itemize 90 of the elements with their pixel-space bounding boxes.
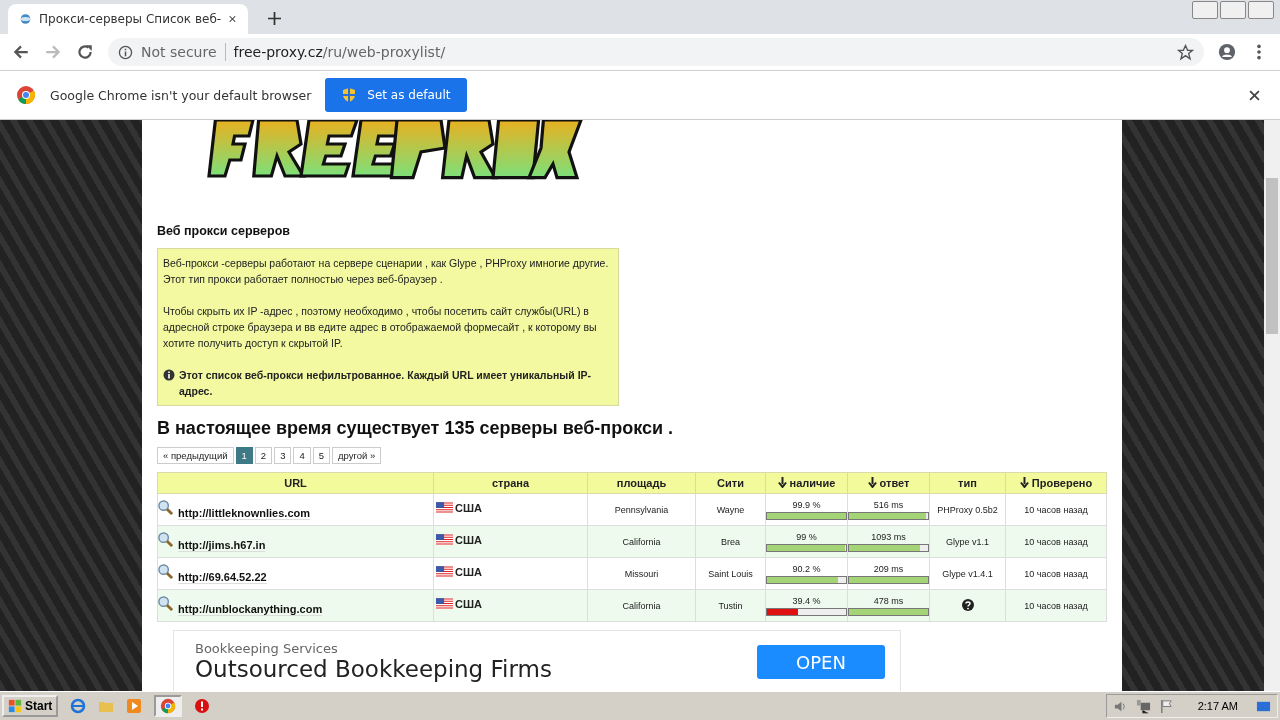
availability-text: 99 % bbox=[795, 531, 818, 543]
flag-icon bbox=[436, 533, 453, 545]
proxy-url-link[interactable]: http://jims.h67.in bbox=[178, 539, 266, 552]
back-icon[interactable] bbox=[12, 43, 30, 61]
type-text: PHProxy 0.5b2 bbox=[937, 504, 998, 515]
info-icon bbox=[118, 44, 133, 60]
response-text: 209 ms bbox=[872, 563, 905, 575]
window-controls[interactable] bbox=[1192, 1, 1274, 19]
magnifier-icon[interactable] bbox=[158, 596, 173, 611]
region-text: California bbox=[622, 600, 661, 611]
set-default-button[interactable]: Set as default bbox=[325, 78, 467, 112]
url-text: free-proxy.cz/ru/web-proxylist/ bbox=[233, 44, 447, 60]
magnifier-icon[interactable] bbox=[158, 532, 173, 547]
infobar-message: Google Chrome isn't your default browser bbox=[50, 87, 312, 103]
security-label: Not secure bbox=[141, 44, 217, 60]
column-header[interactable]: URL bbox=[157, 472, 434, 494]
column-header[interactable]: страна bbox=[433, 472, 588, 494]
question-icon bbox=[961, 598, 974, 611]
taskbar-chrome-button[interactable] bbox=[154, 695, 183, 717]
page-link[interactable]: другой » bbox=[332, 447, 382, 464]
flag-icon bbox=[436, 597, 453, 609]
city-text: Tustin bbox=[718, 600, 743, 611]
info-note: Этот список веб-прокси нефильтрованное. Каждый URL имеет уникальный IP-адрес. bbox=[179, 368, 593, 399]
browser-tab[interactable]: Прокси-серверы Список веб- bbox=[8, 4, 248, 34]
page-link[interactable]: 1 bbox=[235, 447, 253, 464]
network-icon[interactable] bbox=[1135, 698, 1151, 714]
country-text: США bbox=[455, 597, 482, 610]
info-paragraph: Веб-прокси -серверы работают на сервере сценарии , как Glype , PHProxy имногие другие. Этот тип прокси работает полностью через веб-браузер . bbox=[163, 256, 610, 287]
reload-icon[interactable] bbox=[76, 43, 94, 61]
page-link[interactable]: 3 bbox=[274, 447, 292, 464]
column-header[interactable]: Сити bbox=[695, 472, 766, 494]
globe-icon bbox=[20, 11, 31, 27]
region-text: Pennsylvania bbox=[614, 504, 669, 515]
response-text: 516 ms bbox=[872, 499, 905, 511]
server-count-heading: В настоящее время существует 135 серверы веб-прокси . bbox=[157, 418, 675, 439]
magnifier-icon[interactable] bbox=[158, 500, 173, 515]
clock: 2:17 AM bbox=[1197, 700, 1238, 712]
city-text: Wayne bbox=[716, 504, 745, 515]
page-link[interactable]: « предыдущий bbox=[157, 447, 234, 464]
response-text: 1093 ms bbox=[870, 531, 907, 543]
checked-time-text: 10 часов назад bbox=[1024, 504, 1088, 515]
shield-icon bbox=[341, 87, 358, 103]
column-header[interactable]: площадь bbox=[587, 472, 696, 494]
info-paragraph: Чтобы скрыть их IP -адрес , поэтому необходимо , чтобы посетить сайт службы(URL) в адресной строке браузера и вв едите адрес в отображаемой формесайт , к которому вы хотите получить доступ к скрытой IP. bbox=[163, 304, 598, 351]
magnifier-icon[interactable] bbox=[158, 564, 173, 579]
column-header[interactable]: наличие bbox=[765, 472, 848, 494]
response-text: 478 ms bbox=[872, 595, 905, 607]
city-text: Saint Louis bbox=[708, 568, 753, 579]
ad-category: Bookkeeping Services bbox=[195, 641, 339, 656]
stop-icon[interactable] bbox=[194, 698, 211, 714]
region-text: California bbox=[622, 536, 661, 547]
profile-icon[interactable] bbox=[1218, 43, 1236, 61]
type-text: Glype v1.1 bbox=[946, 536, 989, 547]
country-text: США bbox=[455, 565, 482, 578]
region-text: Missouri bbox=[624, 568, 659, 579]
ad-headline: Outsourced Bookkeeping Firms bbox=[195, 656, 553, 682]
flag-icon bbox=[436, 501, 453, 513]
availability-text: 39.4 % bbox=[791, 595, 822, 607]
address-field[interactable]: Not secure free-proxy.cz/ru/web-proxylist/ bbox=[108, 38, 1204, 66]
section-title: Веб прокси серверов bbox=[157, 224, 291, 238]
windows-logo-icon bbox=[8, 699, 22, 713]
availability-text: 99.9 % bbox=[791, 499, 822, 511]
country-text: США bbox=[455, 533, 482, 546]
column-header[interactable]: тип bbox=[929, 472, 1006, 494]
close-icon[interactable] bbox=[229, 14, 236, 24]
chrome-logo-icon bbox=[16, 85, 36, 105]
column-header[interactable]: ответ bbox=[847, 472, 930, 494]
city-text: Brea bbox=[721, 536, 740, 547]
type-text: Glype v1.4.1 bbox=[942, 568, 993, 579]
internet-explorer-icon[interactable] bbox=[70, 698, 87, 714]
flag-icon[interactable] bbox=[1158, 698, 1174, 714]
flag-icon bbox=[436, 565, 453, 577]
start-button[interactable]: Start bbox=[2, 695, 59, 717]
column-header[interactable]: Проверено bbox=[1005, 472, 1107, 494]
checked-time-text: 10 часов назад bbox=[1024, 536, 1088, 547]
availability-text: 90.2 % bbox=[791, 563, 822, 575]
tab-title: Прокси-серверы Список веб- bbox=[39, 12, 222, 26]
country-text: США bbox=[455, 501, 482, 514]
info-icon bbox=[163, 369, 175, 381]
close-icon[interactable] bbox=[1249, 89, 1260, 101]
checked-time-text: 10 часов назад bbox=[1024, 600, 1088, 611]
page-link[interactable]: 2 bbox=[254, 447, 273, 464]
scrollbar[interactable] bbox=[1264, 120, 1280, 691]
new-tab-icon[interactable] bbox=[268, 12, 281, 25]
proxy-url-link[interactable]: http://69.64.52.22 bbox=[178, 571, 267, 584]
page-link[interactable]: 4 bbox=[293, 447, 311, 464]
star-icon[interactable] bbox=[1177, 43, 1194, 61]
proxy-url-link[interactable]: http://littleknownlies.com bbox=[178, 507, 310, 520]
checked-time-text: 10 часов назад bbox=[1024, 568, 1088, 579]
page-link[interactable]: 5 bbox=[312, 447, 330, 464]
